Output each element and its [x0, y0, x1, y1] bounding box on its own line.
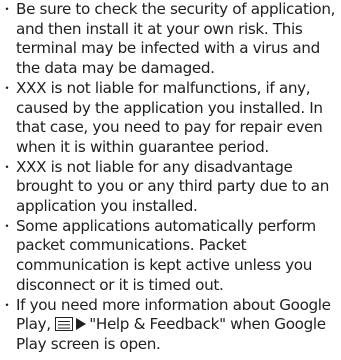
note-item-malfunctions: ・ XXX is not liable for malfunctions, if…	[0, 79, 341, 158]
note-text: Some applications automatically perform …	[16, 216, 316, 294]
bullet: ・	[1, 80, 13, 95]
bullet: ・	[1, 2, 13, 16]
notes-list: ・ Be sure to check the security of appli…	[0, 0, 341, 360]
arrow-right-icon	[76, 318, 87, 331]
note-text: XXX is not liable for any disadvantage b…	[16, 157, 330, 216]
note-text: XXX is not liable for malfunctions, if a…	[16, 78, 323, 156]
bullet: ・	[1, 297, 13, 312]
note-item-packet-communications: ・ Some applications automatically perfor…	[0, 217, 341, 296]
bullet: ・	[1, 159, 13, 174]
bullet: ・	[1, 218, 13, 233]
note-item-disadvantage: ・ XXX is not liable for any disadvantage…	[0, 158, 341, 217]
note-text: Be sure to check the security of applica…	[16, 0, 336, 78]
note-item-security: ・ Be sure to check the security of appli…	[0, 0, 341, 79]
note-item-google-play-help: ・ If you need more information about Goo…	[0, 296, 341, 355]
menu-icon	[55, 317, 74, 332]
